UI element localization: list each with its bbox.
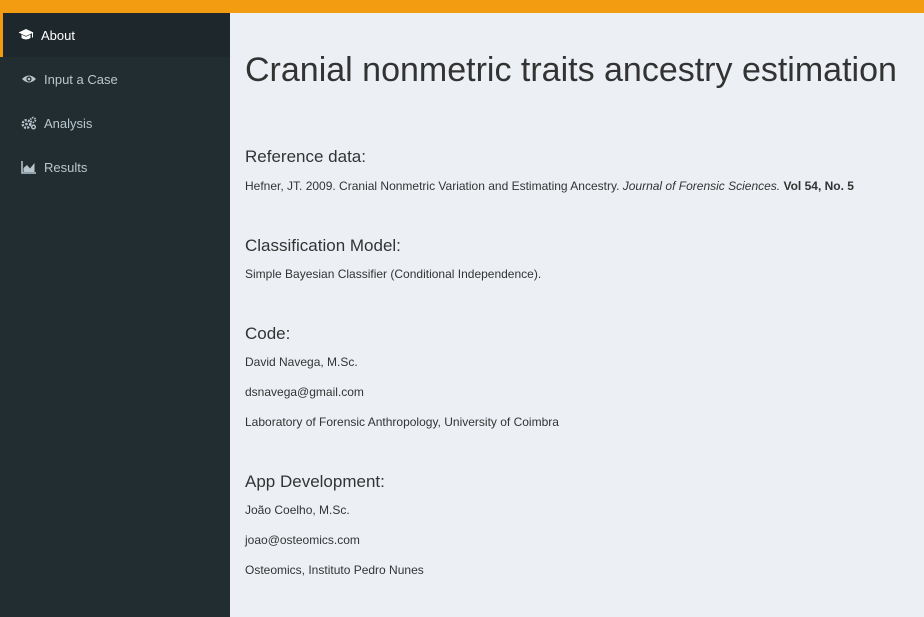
citation-text: Hefner, JT. 2009. Cranial Nonmetric Vari… xyxy=(245,179,623,193)
app-development-heading: App Development: xyxy=(245,472,385,491)
sidebar-item-results[interactable]: Results xyxy=(0,145,230,189)
eye-icon xyxy=(21,72,37,86)
app-developer-name: João Coelho, M.Sc. xyxy=(245,503,350,517)
code-author-name: David Navega, M.Sc. xyxy=(245,355,358,369)
code-author-email: dsnavega@gmail.com xyxy=(245,385,364,399)
graduation-cap-icon xyxy=(18,28,34,42)
citation-journal: Journal of Forensic Sciences. xyxy=(622,179,781,193)
main-content: Cranial nonmetric traits ancestry estima… xyxy=(230,13,924,617)
classification-model-text: Simple Bayesian Classifier (Conditional … xyxy=(245,267,542,281)
sidebar-item-label: Analysis xyxy=(44,115,93,131)
area-chart-icon xyxy=(21,160,37,174)
sidebar-item-analysis[interactable]: Analysis xyxy=(0,101,230,145)
sidebar-item-about[interactable]: About xyxy=(0,13,230,57)
header-bar xyxy=(0,0,924,13)
app-developer-email: joao@osteomics.com xyxy=(245,533,360,547)
gears-icon xyxy=(21,116,37,130)
app-developer-affiliation: Osteomics, Instituto Pedro Nunes xyxy=(245,563,424,577)
citation-volume: Vol 54, No. 5 xyxy=(783,179,854,193)
sidebar-item-input-a-case[interactable]: Input a Case xyxy=(0,57,230,101)
page-title: Cranial nonmetric traits ancestry estima… xyxy=(245,51,897,89)
sidebar-item-label: About xyxy=(41,27,75,43)
reference-data-heading: Reference data: xyxy=(245,147,366,166)
code-author-affiliation: Laboratory of Forensic Anthropology, Uni… xyxy=(245,415,559,429)
sidebar-item-label: Input a Case xyxy=(44,71,118,87)
classification-model-heading: Classification Model: xyxy=(245,236,401,255)
code-heading: Code: xyxy=(245,324,291,343)
sidebar-item-label: Results xyxy=(44,159,88,175)
reference-citation: Hefner, JT. 2009. Cranial Nonmetric Vari… xyxy=(245,178,924,194)
sidebar: About Input a Case Analysis Results xyxy=(0,13,230,617)
